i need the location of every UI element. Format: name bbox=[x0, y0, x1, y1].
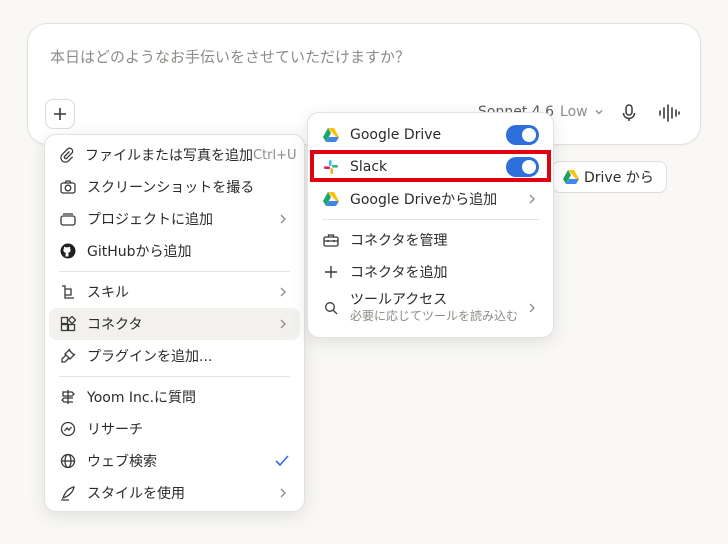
menu-label: コネクタを追加 bbox=[350, 265, 448, 281]
camera-icon bbox=[60, 180, 76, 194]
chevron-right-icon bbox=[280, 214, 286, 224]
menu-label: コネクタを管理 bbox=[350, 233, 448, 249]
menu-add-file[interactable]: ファイルまたは写真を追加 Ctrl+U bbox=[49, 139, 300, 171]
add-button[interactable] bbox=[45, 99, 75, 129]
effort-level: Low bbox=[560, 104, 588, 120]
add-connector[interactable]: コネクタを追加 bbox=[312, 256, 549, 288]
divider bbox=[322, 219, 539, 220]
connectors-icon bbox=[60, 316, 76, 332]
menu-label: スクリーンショットを撮る bbox=[87, 180, 255, 196]
skills-icon bbox=[62, 285, 74, 299]
search-icon bbox=[325, 302, 338, 315]
google-drive-icon bbox=[323, 128, 339, 142]
connector-google-drive[interactable]: Google Drive bbox=[312, 119, 549, 151]
chevron-right-icon bbox=[280, 287, 286, 297]
menu-label: リサーチ bbox=[87, 422, 143, 438]
menu-label: ウェブ検索 bbox=[87, 454, 157, 470]
pen-icon bbox=[61, 486, 75, 501]
drive-chip[interactable]: Drive から bbox=[552, 161, 667, 193]
menu-label: プロジェクトに追加 bbox=[87, 212, 213, 228]
attach-menu: ファイルまたは写真を追加 Ctrl+U スクリーンショットを撮る プロジェクトに… bbox=[44, 134, 305, 512]
menu-style[interactable]: スタイルを使用 bbox=[49, 477, 300, 509]
menu-label: Yoom Inc.に質問 bbox=[87, 390, 197, 406]
divider bbox=[59, 271, 290, 272]
chevron-down-icon bbox=[595, 110, 603, 115]
menu-label: プラグインを追加... bbox=[87, 349, 213, 365]
menu-connectors[interactable]: コネクタ bbox=[49, 308, 300, 340]
tool-access-labels: ツールアクセス 必要に応じてツールを読み込む bbox=[350, 292, 525, 323]
plug-icon bbox=[61, 348, 76, 363]
paperclip-icon bbox=[60, 147, 74, 163]
menu-label: GitHubから追加 bbox=[87, 244, 192, 260]
menu-sublabel: 必要に応じてツールを読み込む bbox=[350, 309, 519, 324]
toolbox-icon bbox=[323, 234, 339, 247]
google-drive-icon bbox=[323, 192, 339, 206]
voice-mode-icon[interactable] bbox=[657, 103, 681, 123]
drive-chip-label: Drive から bbox=[584, 170, 654, 186]
menu-label: Google Driveから追加 bbox=[350, 192, 498, 208]
slack-icon bbox=[324, 160, 338, 174]
menu-ask-org[interactable]: Yoom Inc.に質問 bbox=[49, 381, 300, 413]
menu-label: コネクタ bbox=[87, 317, 143, 333]
menu-skills[interactable]: スキル bbox=[49, 276, 300, 308]
connector-add-from-drive[interactable]: Google Driveから追加 bbox=[312, 183, 549, 215]
microphone-icon[interactable] bbox=[621, 103, 637, 123]
menu-label: スキル bbox=[87, 285, 129, 301]
divider bbox=[59, 376, 290, 377]
shortcut-label: Ctrl+U bbox=[253, 147, 297, 163]
menu-web-search[interactable]: ウェブ検索 bbox=[49, 445, 300, 477]
menu-github[interactable]: GitHubから追加 bbox=[49, 235, 300, 267]
check-icon bbox=[275, 455, 289, 467]
research-icon bbox=[60, 421, 76, 437]
globe-icon bbox=[60, 453, 76, 469]
menu-add-plugin[interactable]: プラグインを追加... bbox=[49, 340, 300, 372]
tool-access[interactable]: ツールアクセス 必要に応じてツールを読み込む bbox=[312, 288, 549, 328]
chevron-right-icon bbox=[280, 488, 286, 498]
plus-icon bbox=[325, 266, 337, 278]
chevron-right-icon bbox=[280, 319, 286, 329]
chevron-right-icon bbox=[529, 194, 535, 204]
connector-slack[interactable]: Slack bbox=[312, 151, 549, 183]
google-drive-icon bbox=[563, 170, 579, 184]
prompt-input[interactable]: 本日はどのようなお手伝いをさせていただけますか？ bbox=[50, 46, 410, 67]
menu-screenshot[interactable]: スクリーンショットを撮る bbox=[49, 171, 300, 203]
menu-add-to-project[interactable]: プロジェクトに追加 bbox=[49, 203, 300, 235]
stage: 本日はどのようなお手伝いをさせていただけますか？ Sonnet 4.6 Low … bbox=[0, 0, 728, 544]
chevron-right-icon bbox=[529, 303, 535, 313]
menu-research[interactable]: リサーチ bbox=[49, 413, 300, 445]
project-icon bbox=[60, 213, 76, 226]
connectors-submenu: Google Drive Slack Google Driveから追加 コネクタ… bbox=[307, 112, 554, 338]
google-drive-toggle[interactable] bbox=[506, 125, 539, 145]
manage-connectors[interactable]: コネクタを管理 bbox=[312, 224, 549, 256]
slack-toggle[interactable] bbox=[506, 157, 539, 177]
menu-label: ツールアクセス bbox=[350, 292, 448, 309]
menu-label: スタイルを使用 bbox=[87, 486, 185, 502]
menu-label: Google Drive bbox=[350, 127, 442, 143]
plus-icon bbox=[54, 108, 66, 120]
github-icon bbox=[60, 243, 76, 259]
menu-label: Slack bbox=[350, 159, 388, 175]
menu-label: ファイルまたは写真を追加 bbox=[85, 148, 253, 164]
signpost-icon bbox=[61, 390, 75, 404]
